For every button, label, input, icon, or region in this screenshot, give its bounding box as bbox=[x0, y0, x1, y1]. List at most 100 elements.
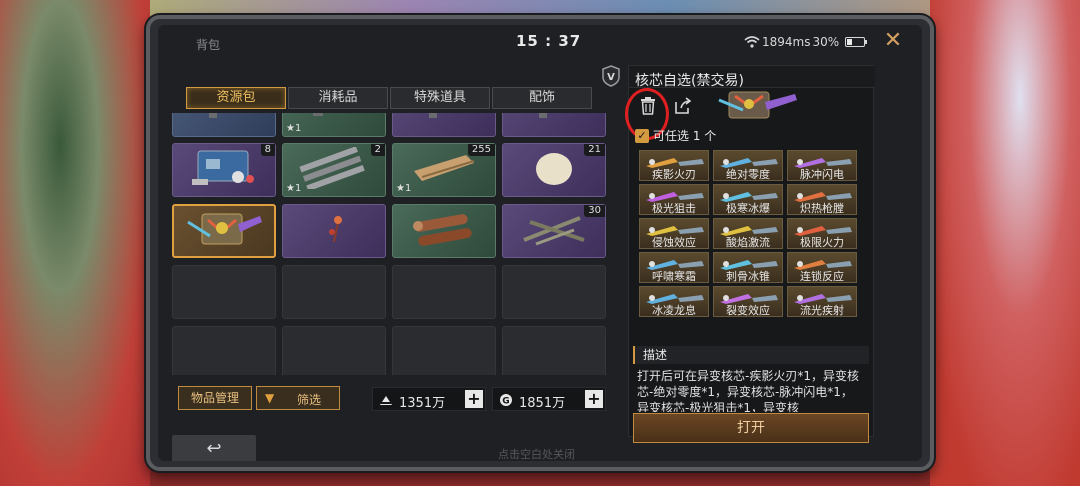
core-option-label: 极光狙击 bbox=[652, 202, 696, 215]
core-option[interactable]: 侵蚀效应 bbox=[639, 218, 709, 249]
close-button[interactable]: ✕ bbox=[882, 30, 904, 52]
item-star-level: ★1 bbox=[286, 183, 302, 194]
core-option[interactable]: 脉冲闪电 bbox=[787, 150, 857, 181]
item-slot[interactable]: 8 bbox=[172, 143, 276, 197]
item-slot[interactable]: 255 ★1 bbox=[392, 143, 496, 197]
v-shield-icon: V bbox=[602, 65, 620, 87]
core-option[interactable]: 极光狙击 bbox=[639, 184, 709, 215]
description-text: 打开后可在异变核芯-疾影火刃*1，异变核芯-绝对零度*1，异变核芯-脉冲闪电*1… bbox=[637, 369, 859, 412]
status-title: 背包 bbox=[196, 38, 221, 52]
item-manage-button[interactable]: 物品管理 bbox=[178, 386, 252, 410]
core-gem-icon bbox=[718, 187, 780, 202]
empty-slot bbox=[392, 326, 496, 375]
background-right bbox=[930, 0, 1080, 486]
core-option-label: 呼啸寒霜 bbox=[652, 270, 696, 283]
core-gem-icon bbox=[792, 255, 854, 270]
item-star-level: ★1 bbox=[396, 183, 412, 194]
core-option[interactable]: 刺骨冰锥 bbox=[713, 252, 783, 283]
item-slot[interactable] bbox=[172, 113, 276, 137]
tab-0[interactable]: 资源包 bbox=[186, 87, 286, 109]
select-count-row: ✓ 可任选 1 个 bbox=[635, 127, 716, 144]
core-option-label: 流光疾射 bbox=[800, 304, 844, 317]
category-tabs: 资源包 消耗品 特殊道具 配饰 bbox=[186, 87, 592, 109]
gun-icon bbox=[409, 113, 479, 122]
core-option-label: 极寒冰爆 bbox=[726, 202, 770, 215]
status-time: 15 : 37 bbox=[516, 32, 582, 50]
item-slot[interactable] bbox=[392, 113, 496, 137]
item-slot[interactable]: 21 bbox=[502, 143, 606, 197]
core-gem-icon bbox=[644, 187, 706, 202]
tab-1[interactable]: 消耗品 bbox=[288, 87, 388, 109]
core-option-label: 脉冲闪电 bbox=[800, 168, 844, 181]
core-option[interactable]: 流光疾射 bbox=[787, 286, 857, 317]
core-option[interactable]: 绝对零度 bbox=[713, 150, 783, 181]
status-indicators: 1894ms 30% bbox=[744, 35, 868, 49]
battery-icon bbox=[845, 37, 868, 47]
add-gold-button[interactable]: + bbox=[465, 390, 483, 408]
panel-title: 核芯自选(禁交易) bbox=[635, 73, 744, 89]
core-gem-icon bbox=[792, 221, 854, 236]
gold-currency: 1351万 + bbox=[372, 387, 486, 411]
share-icon[interactable] bbox=[673, 96, 693, 116]
gold-pile-icon bbox=[379, 393, 393, 407]
battery-percent: 30% bbox=[812, 35, 840, 49]
trash-icon[interactable] bbox=[639, 96, 657, 116]
add-coin-button[interactable]: + bbox=[585, 390, 603, 408]
item-detail-panel: 核芯自选(禁交易) ✓ 可任选 1 个 疾影火刃 绝对零度 脉冲闪电极光狙击 极寒冰爆… bbox=[625, 65, 875, 443]
open-button[interactable]: 打开 bbox=[633, 413, 869, 443]
background-left bbox=[0, 0, 150, 486]
item-slot[interactable] bbox=[392, 204, 496, 258]
empty-slot bbox=[172, 265, 276, 319]
coin-icon: G bbox=[499, 393, 513, 407]
back-button[interactable]: ↩ bbox=[172, 435, 256, 461]
core-option[interactable]: 连锁反应 bbox=[787, 252, 857, 283]
filter-button[interactable]: ▼ 筛选 bbox=[256, 386, 340, 410]
chevron-down-icon: ▼ bbox=[265, 391, 275, 405]
battery-fill bbox=[847, 39, 853, 45]
core-option-label: 疾影火刃 bbox=[652, 168, 696, 181]
svg-text:V: V bbox=[607, 72, 615, 83]
filter-label: 筛选 bbox=[297, 393, 322, 407]
core-option[interactable]: 冰凌龙息 bbox=[639, 286, 709, 317]
core-options-grid: 疾影火刃 绝对零度 脉冲闪电极光狙击 极寒冰爆 炽热枪膛侵蚀效应 酸焰激流 极限火力呼啸寒霜… bbox=[639, 150, 861, 317]
core-option-label: 炽热枪膛 bbox=[800, 202, 844, 215]
logs-icon bbox=[404, 208, 484, 254]
core-option-label: 绝对零度 bbox=[726, 168, 770, 181]
core-option[interactable]: 酸焰激流 bbox=[713, 218, 783, 249]
item-slot[interactable]: ★1 bbox=[282, 113, 386, 137]
core-option[interactable]: 极限火力 bbox=[787, 218, 857, 249]
core-gem-icon bbox=[792, 289, 854, 304]
item-slot[interactable]: 30 bbox=[502, 204, 606, 258]
item-count: 30 bbox=[584, 205, 605, 217]
empty-slot bbox=[282, 326, 386, 375]
core-option[interactable]: 炽热枪膛 bbox=[787, 184, 857, 215]
item-slot[interactable] bbox=[502, 113, 606, 137]
item-star-level: ★1 bbox=[286, 123, 302, 134]
tab-3[interactable]: 配饰 bbox=[492, 87, 592, 109]
flower-icon bbox=[294, 208, 374, 254]
core-option[interactable]: 裂变效应 bbox=[713, 286, 783, 317]
item-slot[interactable] bbox=[172, 204, 276, 258]
item-slot[interactable]: 2 ★1 bbox=[282, 143, 386, 197]
tab-2[interactable]: 特殊道具 bbox=[390, 87, 490, 109]
core-gem-icon bbox=[792, 153, 854, 168]
select-checkbox[interactable]: ✓ bbox=[635, 128, 649, 143]
sticks-icon bbox=[514, 208, 594, 254]
coin-currency: G 1851万 + bbox=[492, 387, 606, 411]
core-option-label: 冰凌龙息 bbox=[652, 304, 696, 317]
egg-icon bbox=[514, 147, 594, 193]
core-option-label: 侵蚀效应 bbox=[652, 236, 696, 249]
tablet-frame: 背包 15 : 37 1894ms 30% ✕ V 资源包 消耗品 特殊道具 配饰 ★… bbox=[146, 15, 934, 471]
gun-parts-icon bbox=[299, 113, 369, 122]
gun-icon bbox=[189, 113, 259, 122]
status-bar: 背包 15 : 37 1894ms 30% ✕ bbox=[158, 25, 922, 55]
core-option[interactable]: 呼啸寒霜 bbox=[639, 252, 709, 283]
item-slot[interactable] bbox=[282, 204, 386, 258]
core-gem-icon bbox=[718, 153, 780, 168]
select-count-label: 可任选 1 个 bbox=[653, 129, 717, 143]
core-option[interactable]: 极寒冰爆 bbox=[713, 184, 783, 215]
core-option[interactable]: 疾影火刃 bbox=[639, 150, 709, 181]
core-chest-preview-icon bbox=[715, 88, 799, 120]
empty-slot bbox=[172, 326, 276, 375]
core-gem-icon bbox=[718, 221, 780, 236]
